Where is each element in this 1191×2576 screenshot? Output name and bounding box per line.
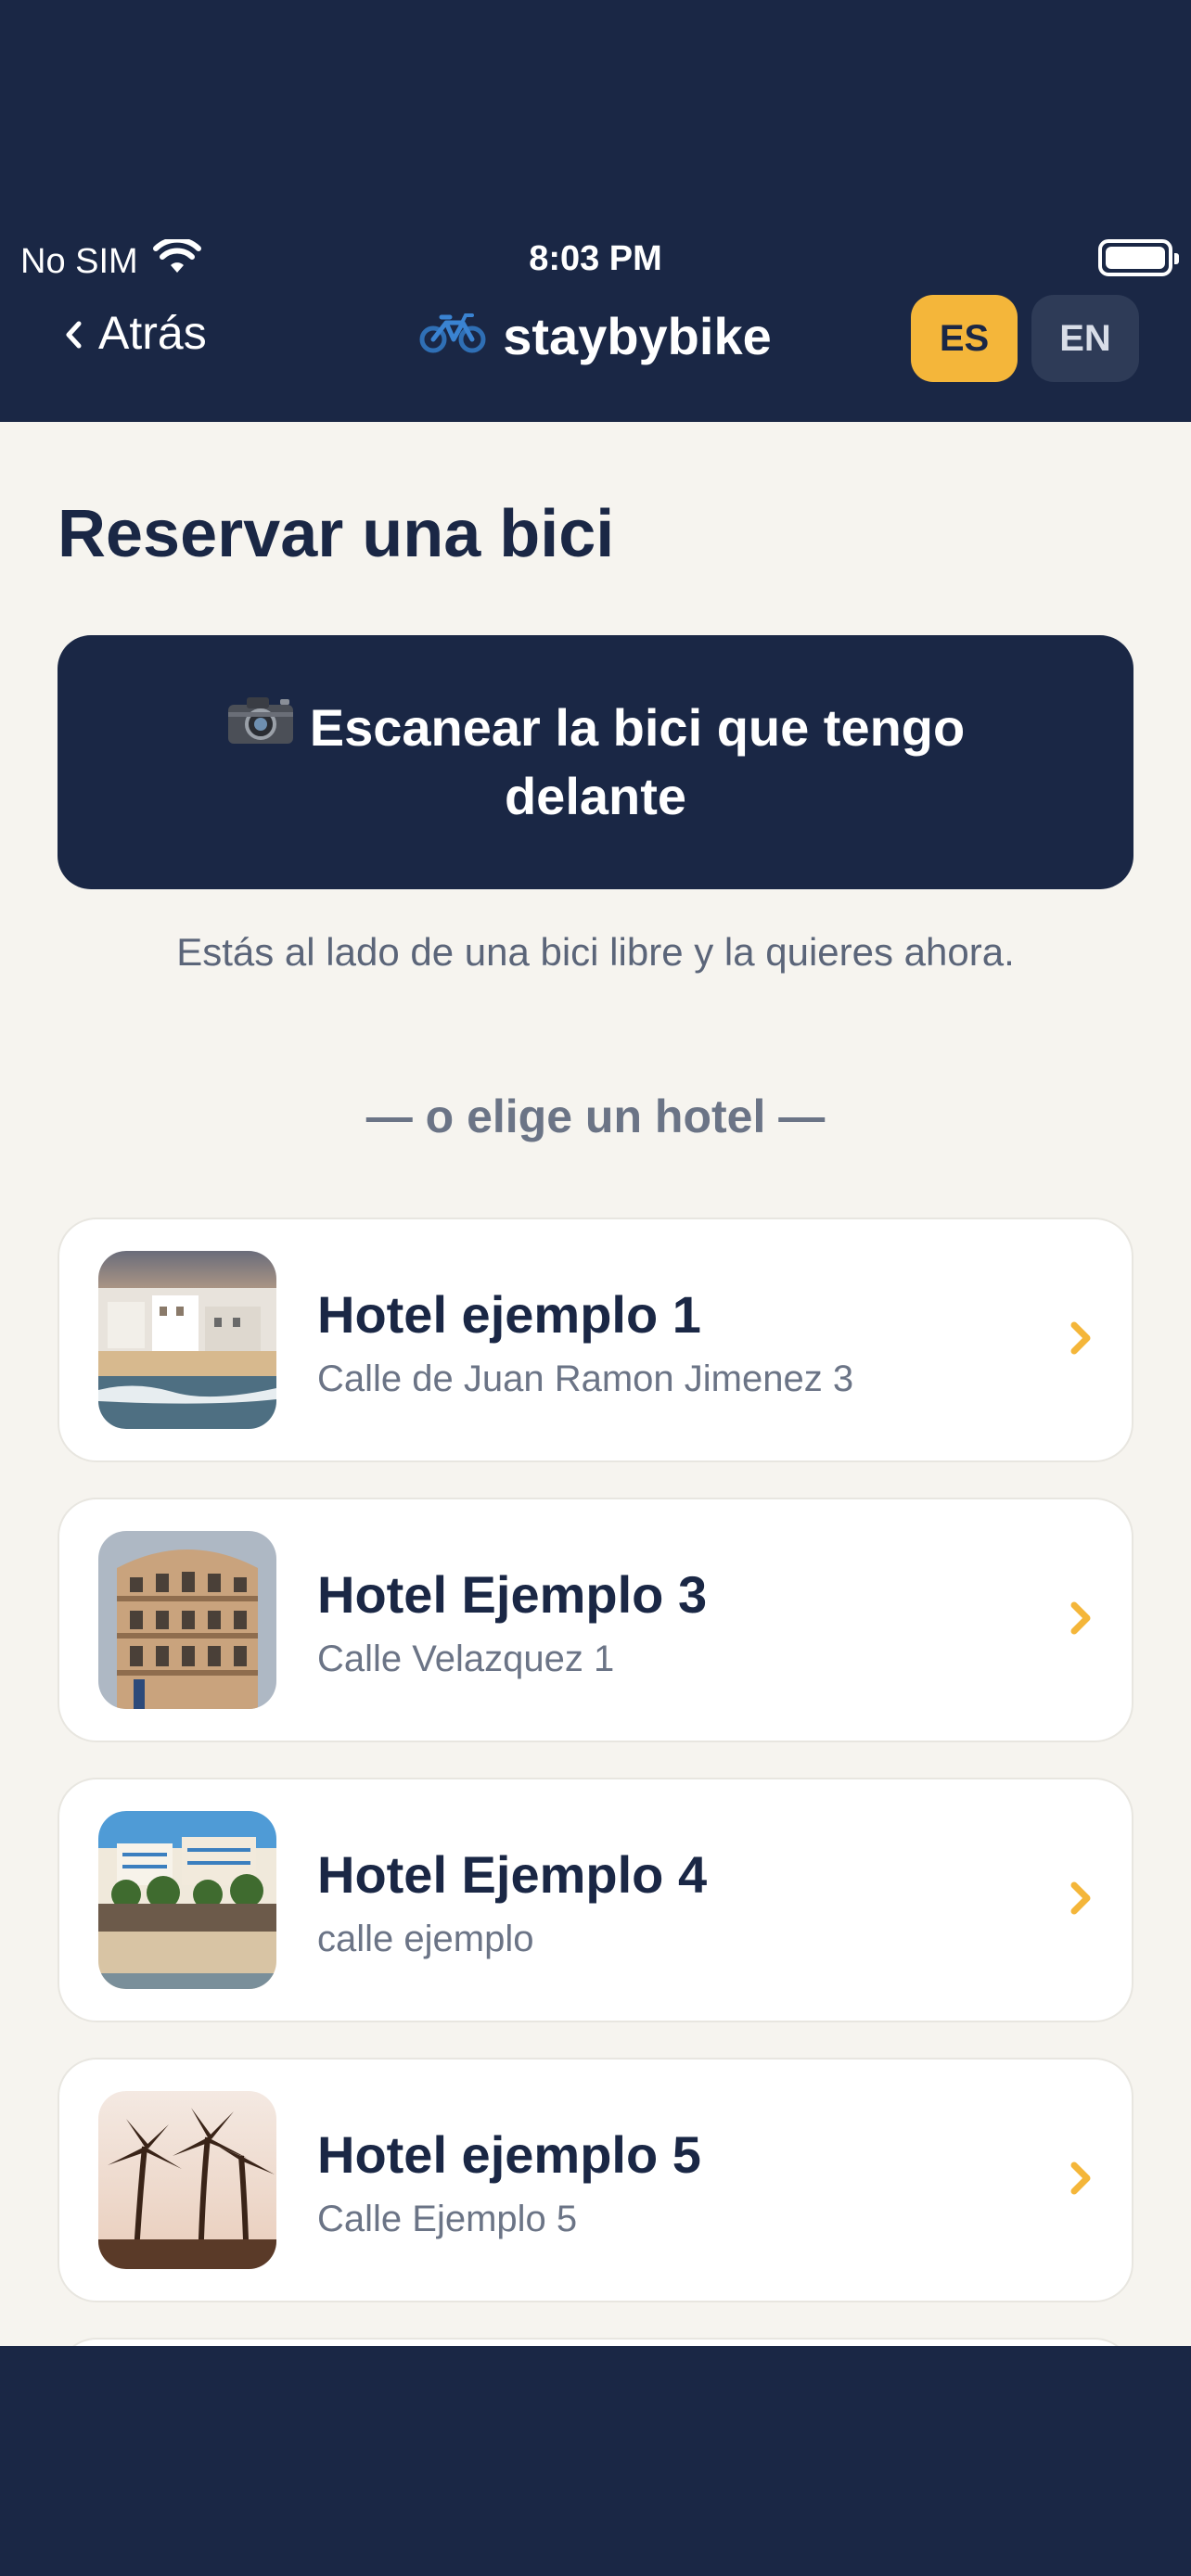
language-en-button[interactable]: EN <box>1031 295 1139 382</box>
battery-icon <box>1098 239 1179 276</box>
chevron-right-icon <box>1069 1320 1093 1361</box>
language-es-button[interactable]: ES <box>911 295 1018 382</box>
hotel-photo <box>98 1251 276 1429</box>
hotel-photo <box>98 2091 276 2269</box>
main-content: Reservar una bici Escanear la bici que t… <box>0 422 1191 2346</box>
hotel-card[interactable]: Hotel Ejemplo 3 Calle Velazquez 1 <box>58 1498 1133 1742</box>
page-title: Reservar una bici <box>58 497 615 571</box>
hotel-photo <box>98 1531 276 1709</box>
hotel-name: Hotel ejemplo 5 <box>317 2125 701 2184</box>
scan-button-label-line2: delante <box>504 767 687 825</box>
hotel-card[interactable]: Hotel ejemplo 1 Calle de Juan Ramon Jime… <box>58 1218 1133 1462</box>
status-bar: No SIM 8:03 PM <box>0 232 1191 291</box>
camera-icon <box>226 694 295 762</box>
scan-button-label-line1: Escanear la bici que tengo <box>309 698 966 757</box>
chevron-right-icon <box>1069 1880 1093 1921</box>
chevron-right-icon <box>1069 2160 1093 2201</box>
scan-bike-button[interactable]: Escanear la bici que tengo delante <box>58 635 1133 889</box>
app-name: staybybike <box>503 307 772 365</box>
hotel-address: Calle Velazquez 1 <box>317 1639 615 1679</box>
hotel-card[interactable]: Hotel ejemplo 5 Calle Ejemplo 5 <box>58 2058 1133 2302</box>
hotel-card-partial[interactable] <box>58 2338 1133 2346</box>
hotel-address: Calle de Juan Ramon Jimenez 3 <box>317 1358 854 1399</box>
status-time: 8:03 PM <box>529 239 662 278</box>
hotel-address: Calle Ejemplo 5 <box>317 2199 578 2239</box>
choose-hotel-divider: — o elige un hotel — <box>365 1090 826 1142</box>
screen: No SIM 8:03 PM Atrás staybybike ES EN Re… <box>0 0 1191 2576</box>
hotel-address: calle ejemplo <box>317 1919 534 1959</box>
hotel-photo <box>98 1811 276 1989</box>
hotel-name: Hotel Ejemplo 3 <box>317 1565 708 1624</box>
nav-bar: Atrás staybybike ES EN <box>0 287 1191 422</box>
hotel-name: Hotel ejemplo 1 <box>317 1285 701 1344</box>
hotel-list: Hotel ejemplo 1 Calle de Juan Ramon Jime… <box>58 1218 1133 2346</box>
bicycle-icon <box>419 306 486 366</box>
hotel-name: Hotel Ejemplo 4 <box>317 1845 708 1904</box>
chevron-right-icon <box>1069 1600 1093 1641</box>
hotel-card[interactable]: Hotel Ejemplo 4 calle ejemplo <box>58 1778 1133 2022</box>
scan-hint: Estás al lado de una bici libre y la qui… <box>176 930 1015 974</box>
